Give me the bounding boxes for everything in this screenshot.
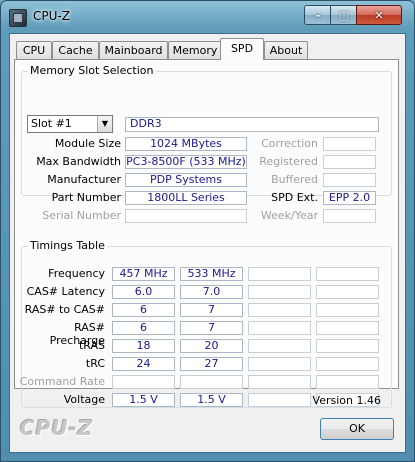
buffered-label: Buffered	[271, 173, 318, 186]
timing-cell	[112, 375, 175, 389]
timing-cell	[248, 285, 311, 299]
close-button[interactable]: ✕	[356, 5, 402, 25]
timing-cell: 533 MHz	[180, 267, 243, 281]
timing-cell: 7.0	[180, 285, 243, 299]
timing-cell	[248, 357, 311, 371]
memory-type-field: DDR3	[125, 117, 379, 132]
title-bar[interactable]: CPU-Z – □ ✕	[1, 1, 414, 33]
timing-cell: 6	[112, 303, 175, 317]
client-area: CPU Cache Mainboard Memory SPD About Mem…	[9, 33, 406, 453]
timing-cell	[248, 303, 311, 317]
tab-memory[interactable]: Memory	[168, 41, 222, 59]
serial-number-label: Serial Number	[42, 209, 121, 222]
buffered-value	[323, 173, 376, 187]
timing-label: Frequency	[48, 267, 105, 280]
spd-ext-label: SPD Ext.	[271, 191, 318, 204]
serial-number-value	[125, 209, 247, 223]
tab-about[interactable]: About	[264, 41, 308, 59]
timing-cell	[316, 357, 379, 371]
version-text: Version 1.46	[312, 394, 381, 407]
timing-cell: 6	[112, 321, 175, 335]
timing-cell: 1.5 V	[180, 393, 243, 407]
max-bandwidth-label: Max Bandwidth	[36, 155, 121, 168]
timing-cell: 457 MHz	[112, 267, 175, 281]
window-title: CPU-Z	[33, 9, 70, 23]
timing-cell: 7	[180, 303, 243, 317]
registered-value	[323, 155, 376, 169]
spd-panel: Memory Slot Selection Slot #1 ▼ DDR3 Mod…	[14, 59, 399, 408]
timing-cell: 27	[180, 357, 243, 371]
timing-cell	[316, 267, 379, 281]
close-icon: ✕	[374, 8, 384, 22]
timing-cell	[316, 339, 379, 353]
timing-label: Voltage	[63, 393, 105, 406]
timing-cell: 1.5 V	[112, 393, 175, 407]
part-number-value: 1800LL Series	[125, 191, 247, 205]
cpuz-app-icon	[9, 9, 27, 27]
timing-cell	[180, 375, 243, 389]
week-year-value	[323, 209, 376, 223]
timing-label: CAS# Latency	[26, 285, 105, 298]
minimize-icon: –	[315, 8, 321, 22]
spd-ext-value: EPP 2.0	[323, 191, 376, 205]
max-bandwidth-value: PC3-8500F (533 MHz)	[125, 155, 247, 169]
timing-cell	[316, 303, 379, 317]
slot-select-value: Slot #1	[31, 117, 72, 130]
minimize-button[interactable]: –	[304, 5, 332, 25]
tab-mainboard[interactable]: Mainboard	[99, 41, 168, 59]
timing-cell: 20	[180, 339, 243, 353]
part-number-label: Part Number	[51, 191, 121, 204]
cpuz-window: CPU-Z – □ ✕ CPU Cache Mainboard Memory S…	[0, 0, 415, 462]
timing-cell: 18	[112, 339, 175, 353]
tab-spd[interactable]: SPD	[220, 38, 264, 60]
registered-label: Registered	[259, 155, 318, 168]
manufacturer-value: PDP Systems	[125, 173, 247, 187]
week-year-label: Week/Year	[260, 209, 318, 222]
timing-cell	[248, 321, 311, 335]
timing-cell	[248, 393, 311, 407]
correction-label: Correction	[261, 137, 318, 150]
timing-label: tRAS	[78, 339, 105, 352]
timing-cell	[316, 285, 379, 299]
cpuz-logo: CPU-Z	[20, 416, 94, 440]
maximize-icon: □	[338, 8, 350, 22]
tab-cpu[interactable]: CPU	[16, 41, 52, 59]
memory-slot-group-title: Memory Slot Selection	[28, 64, 156, 77]
module-size-label: Module Size	[54, 137, 121, 150]
timing-cell	[248, 375, 311, 389]
maximize-button[interactable]: □	[330, 5, 358, 25]
timing-cell	[316, 375, 379, 389]
timing-label: tRC	[85, 357, 105, 370]
timing-cell	[248, 339, 311, 353]
timing-cell	[248, 267, 311, 281]
chevron-down-icon[interactable]: ▼	[97, 116, 112, 132]
module-size-value: 1024 MBytes	[125, 137, 247, 151]
slot-select[interactable]: Slot #1 ▼	[27, 115, 113, 133]
timing-cell: 7	[180, 321, 243, 335]
tab-cache[interactable]: Cache	[52, 41, 99, 59]
ok-button[interactable]: OK	[320, 418, 394, 440]
timing-cell	[316, 321, 379, 335]
timing-cell: 24	[112, 357, 175, 371]
timing-label: Command Rate	[19, 375, 105, 388]
manufacturer-label: Manufacturer	[47, 173, 121, 186]
correction-value	[323, 137, 376, 151]
timings-group-title: Timings Table	[28, 239, 107, 252]
timing-label: RAS# to CAS#	[24, 303, 105, 316]
timing-cell: 6.0	[112, 285, 175, 299]
